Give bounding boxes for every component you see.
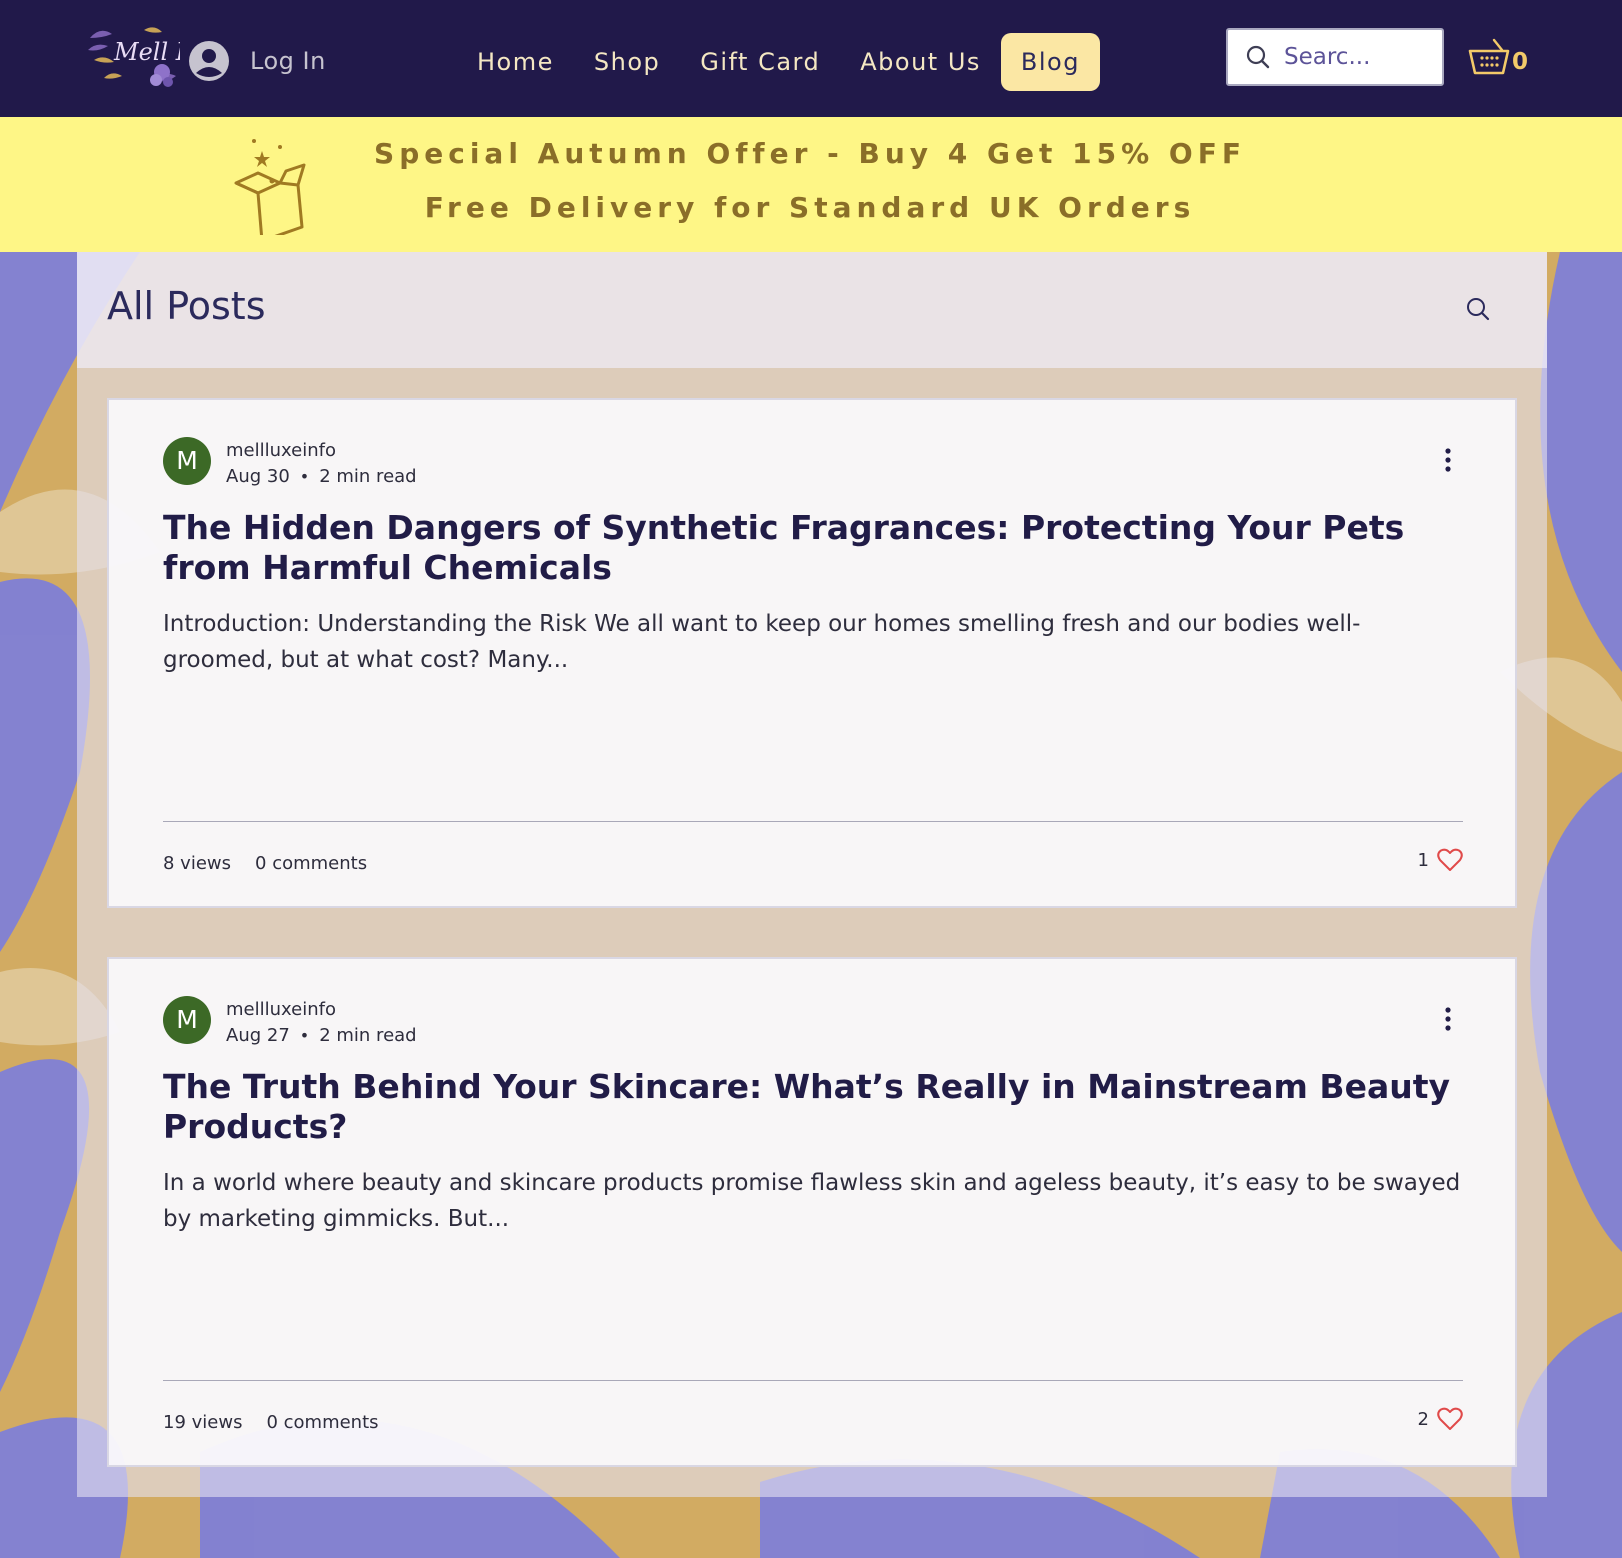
post-date: Aug 27 bbox=[226, 1025, 290, 1046]
main-nav: Home Shop Gift Card About Us Blog bbox=[457, 32, 1100, 92]
heart-icon[interactable] bbox=[1437, 1407, 1463, 1431]
login-label: Log In bbox=[250, 47, 326, 75]
post-date: Aug 30 bbox=[226, 466, 290, 487]
user-avatar-icon bbox=[189, 41, 229, 81]
post-meta: Aug 27 • 2 min read bbox=[226, 1025, 417, 1046]
more-vertical-icon[interactable] bbox=[1445, 1007, 1451, 1031]
nav-home[interactable]: Home bbox=[457, 33, 574, 91]
blog-feed: All Posts M mellluxeinfo Aug 30 • 2 min … bbox=[77, 252, 1547, 1497]
promo-banner: Special Autumn Offer - Buy 4 Get 15% OFF… bbox=[0, 117, 1622, 252]
like-count: 1 bbox=[1417, 849, 1429, 871]
logo-floral-icon: Mell Luxe bbox=[88, 27, 235, 87]
nav-gift-card[interactable]: Gift Card bbox=[680, 33, 840, 91]
like-control[interactable]: 1 bbox=[1379, 848, 1463, 872]
nav-shop[interactable]: Shop bbox=[574, 33, 680, 91]
view-count: 8 views bbox=[163, 853, 232, 874]
more-vertical-icon[interactable] bbox=[1445, 448, 1451, 472]
like-count: 2 bbox=[1417, 1408, 1429, 1430]
like-control[interactable]: 2 bbox=[1379, 1407, 1463, 1431]
login-button[interactable]: Log In bbox=[189, 40, 326, 82]
comment-count[interactable]: 0 comments bbox=[255, 853, 367, 874]
logo-text: Mell Luxe bbox=[113, 38, 180, 66]
cart-count: 0 bbox=[1512, 49, 1529, 75]
nav-blog[interactable]: Blog bbox=[1000, 33, 1100, 91]
author-avatar[interactable]: M bbox=[163, 996, 211, 1044]
brand-logo[interactable]: Mell Luxe bbox=[84, 20, 235, 94]
search-input[interactable] bbox=[1284, 44, 1424, 70]
post-stats: 19 views 0 comments bbox=[163, 1412, 379, 1433]
blog-search-icon[interactable] bbox=[1465, 296, 1491, 322]
heart-icon[interactable] bbox=[1437, 848, 1463, 872]
post-excerpt: In a world where beauty and skincare pro… bbox=[163, 1170, 1461, 1232]
blog-post-card[interactable]: M mellluxeinfo Aug 30 • 2 min read The H… bbox=[107, 398, 1517, 908]
post-divider bbox=[163, 821, 1463, 822]
comment-count[interactable]: 0 comments bbox=[266, 1412, 378, 1433]
read-time: 2 min read bbox=[319, 466, 417, 487]
meta-separator: • bbox=[299, 467, 310, 486]
view-count: 19 views bbox=[163, 1412, 243, 1433]
cart-icon bbox=[1468, 38, 1510, 75]
page-title: All Posts bbox=[107, 284, 266, 328]
promo-delivery-text: Free Delivery for Standard UK Orders bbox=[424, 191, 1196, 224]
author-name[interactable]: mellluxeinfo bbox=[226, 999, 336, 1020]
blog-header: All Posts bbox=[77, 252, 1547, 368]
meta-separator: • bbox=[299, 1026, 310, 1045]
post-meta: Aug 30 • 2 min read bbox=[226, 466, 417, 487]
search-icon bbox=[1246, 45, 1270, 69]
post-excerpt: Introduction: Understanding the Risk We … bbox=[163, 611, 1361, 673]
site-search[interactable] bbox=[1226, 28, 1444, 86]
author-name[interactable]: mellluxeinfo bbox=[226, 440, 336, 461]
post-title[interactable]: The Truth Behind Your Skincare: What’s R… bbox=[163, 1067, 1473, 1147]
site-header: Mell Luxe Log In Home Shop Gift Card Abo… bbox=[0, 0, 1622, 117]
cart-button[interactable]: 0 bbox=[1468, 38, 1528, 76]
nav-about-us[interactable]: About Us bbox=[840, 33, 1001, 91]
promo-offer-text: Special Autumn Offer - Buy 4 Get 15% OFF bbox=[374, 137, 1246, 170]
read-time: 2 min read bbox=[319, 1025, 417, 1046]
blog-post-card[interactable]: M mellluxeinfo Aug 27 • 2 min read The T… bbox=[107, 957, 1517, 1467]
post-divider bbox=[163, 1380, 1463, 1381]
post-stats: 8 views 0 comments bbox=[163, 853, 367, 874]
post-title[interactable]: The Hidden Dangers of Synthetic Fragranc… bbox=[163, 508, 1473, 588]
author-avatar[interactable]: M bbox=[163, 437, 211, 485]
